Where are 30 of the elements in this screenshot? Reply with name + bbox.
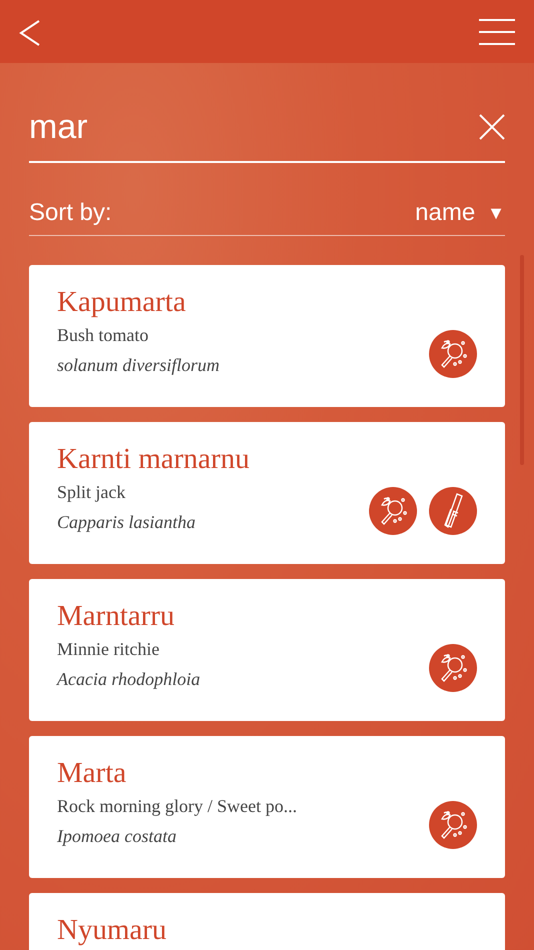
plant-card[interactable]: Karnti marnarnu Split jack Capparis lasiantha [29, 422, 505, 564]
magnifier-leaf-icon [369, 487, 417, 535]
search-value: mar [29, 107, 88, 147]
plant-name: Marta [57, 756, 128, 790]
plant-card[interactable]: Nyumaru [29, 893, 505, 950]
common-name: Split jack [57, 482, 126, 503]
magnifier-leaf-icon [429, 330, 477, 378]
plant-card[interactable]: Marntarru Minnie ritchie Acacia rhodophloia [29, 579, 505, 721]
plant-name: Karnti marnarnu [57, 442, 250, 476]
menu-icon[interactable] [479, 18, 515, 44]
plant-card[interactable]: Marta Rock morning glory / Sweet po... Ipomoea costata [29, 736, 505, 878]
magnifier-leaf-icon [429, 801, 477, 849]
clear-icon[interactable] [479, 114, 505, 140]
digging-stick-icon [429, 487, 477, 535]
plant-card[interactable]: Kapumarta Bush tomato solanum diversiflorum [29, 265, 505, 407]
plant-name: Marntarru [57, 599, 176, 633]
search-field[interactable]: mar [29, 101, 505, 163]
back-icon[interactable] [19, 18, 41, 46]
common-name: Minnie ritchie [57, 639, 160, 660]
scientific-name: Acacia rhodophloia [57, 669, 200, 690]
magnifier-leaf-icon [429, 644, 477, 692]
scientific-name: Ipomoea costata [57, 826, 178, 847]
plant-name: Nyumaru [57, 913, 167, 947]
sort-label: Sort by: [29, 199, 112, 227]
plant-name: Kapumarta [57, 285, 187, 319]
common-name: Bush tomato [57, 325, 150, 346]
common-name: Rock morning glory / Sweet po... [57, 796, 297, 817]
sort-dropdown[interactable]: name ▼ [415, 199, 505, 227]
scientific-name: solanum diversiflorum [57, 355, 220, 376]
scientific-name: Capparis lasiantha [57, 512, 197, 533]
